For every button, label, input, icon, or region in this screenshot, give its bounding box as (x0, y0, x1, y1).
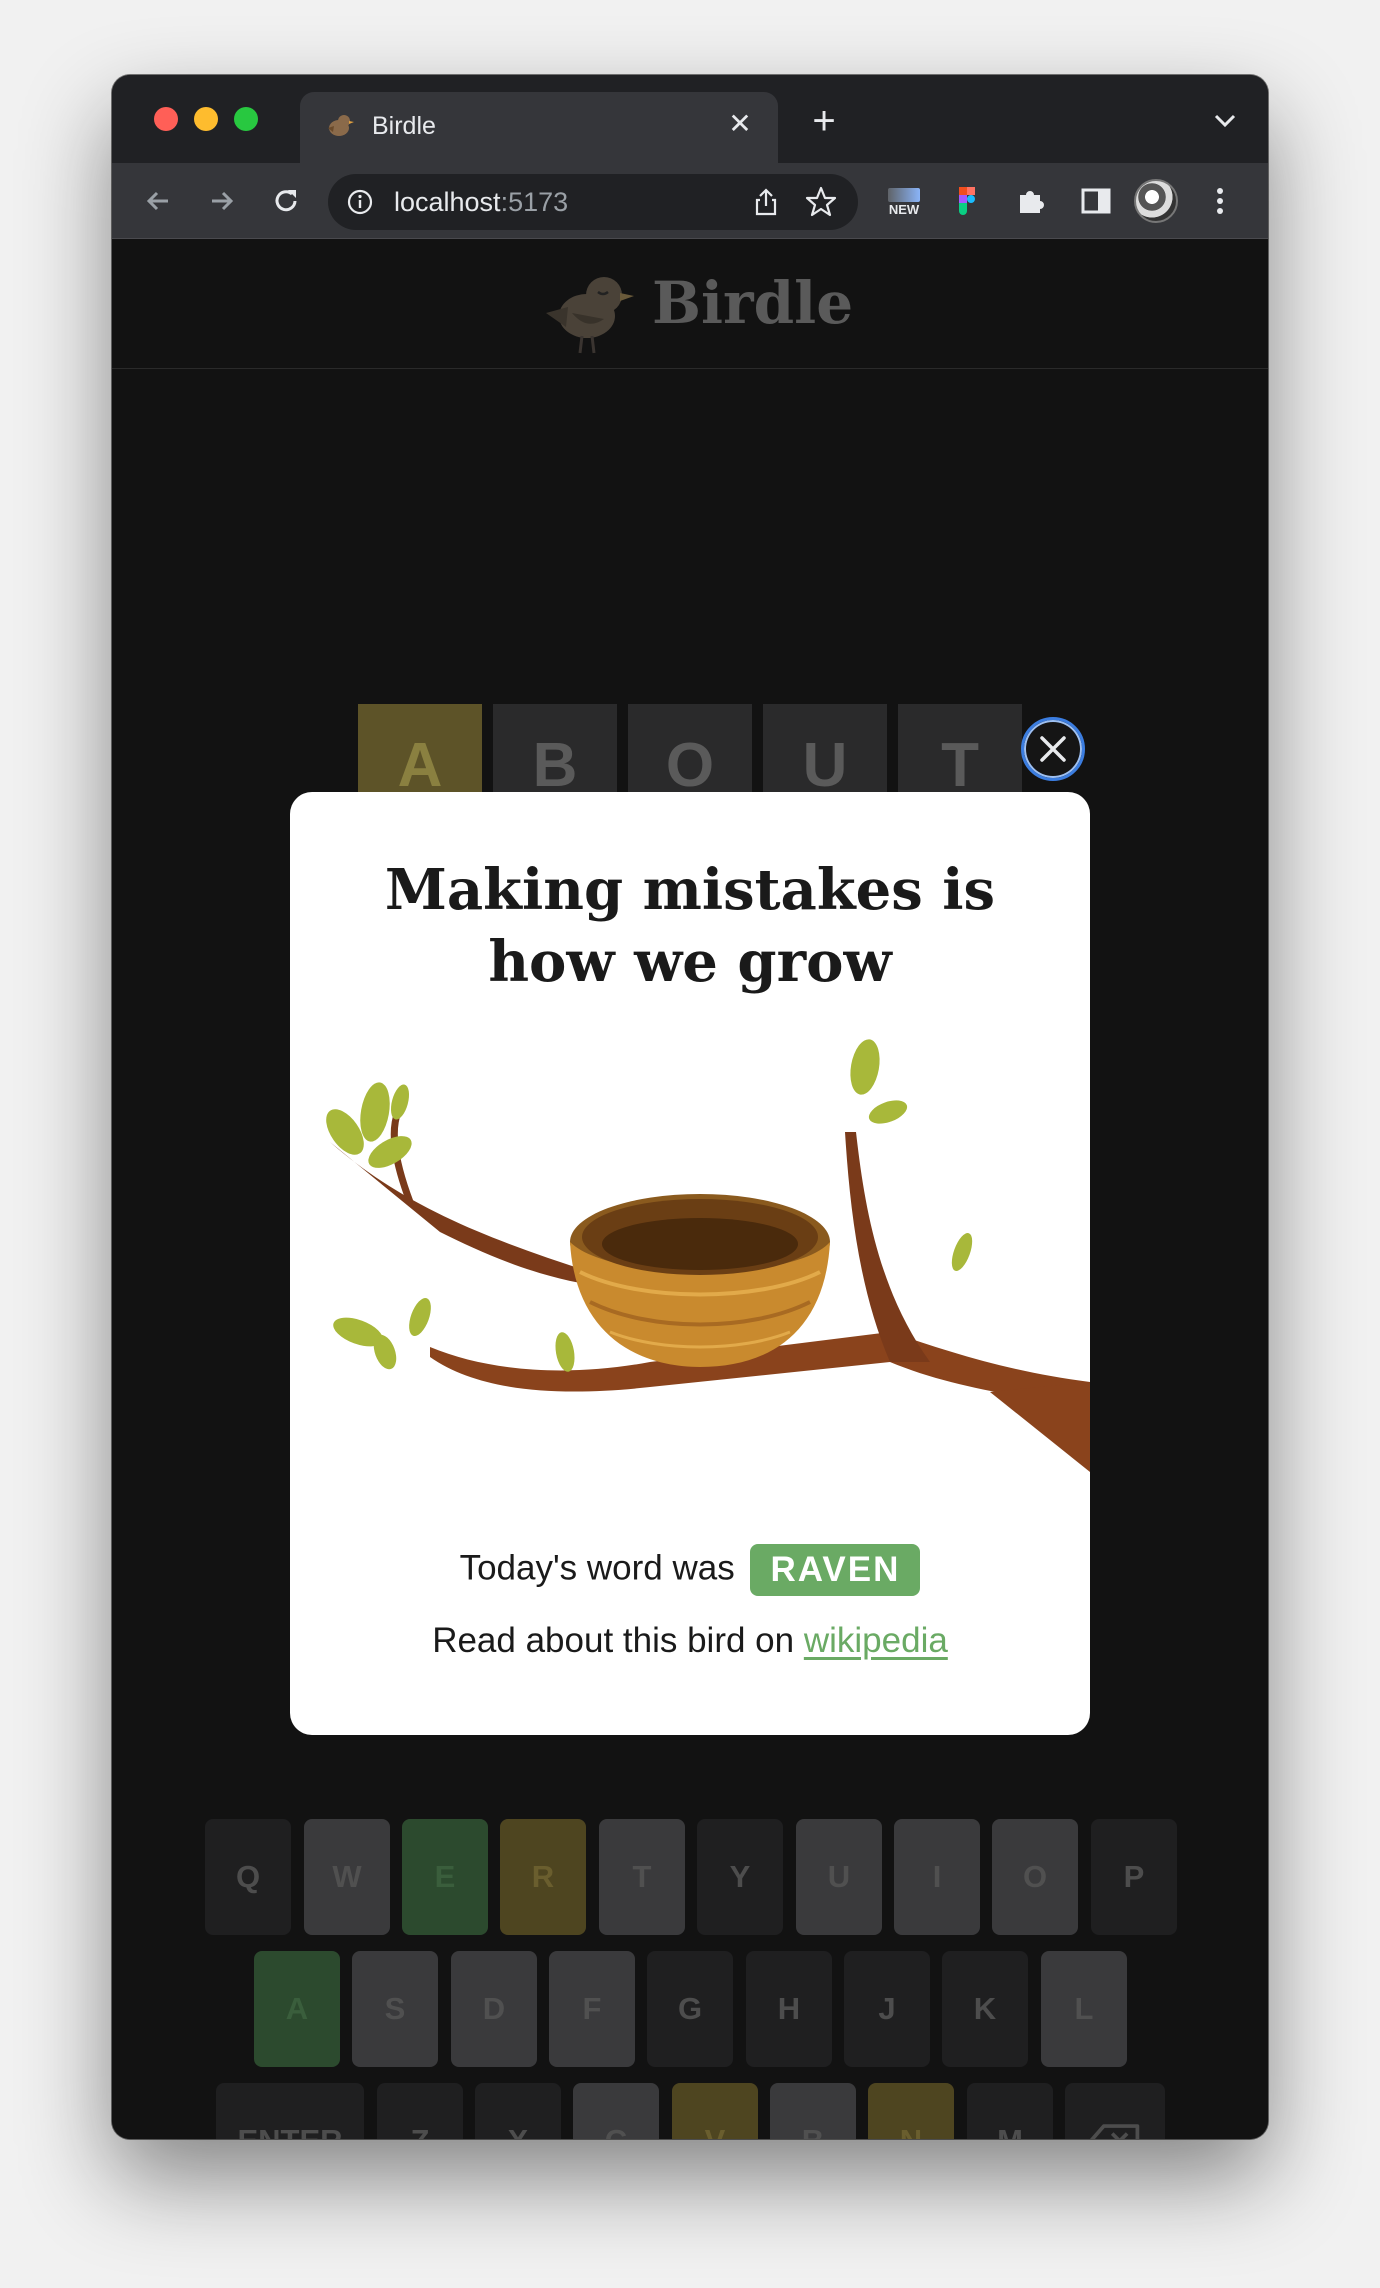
key-f[interactable]: F (549, 1951, 635, 2067)
wiki-prefix: Read about this bird on (432, 1621, 795, 1660)
share-icon[interactable] (750, 186, 782, 218)
forward-icon[interactable] (202, 181, 242, 221)
page-content: Birdle A B O U T Q W E R T Y U I O P A S… (112, 239, 1268, 2139)
address-bar[interactable]: localhost:5173 (328, 174, 858, 230)
url-text: localhost:5173 (394, 187, 569, 217)
key-x[interactable]: X (475, 2083, 561, 2139)
backspace-key[interactable] (1065, 2083, 1165, 2139)
browser-toolbar: localhost:5173 NEW (112, 163, 1268, 239)
new-tab-button[interactable]: + (802, 99, 846, 143)
dialog-close-button[interactable] (1021, 717, 1085, 781)
key-a[interactable]: A (254, 1951, 340, 2067)
tab-close-icon[interactable]: ✕ (722, 106, 758, 142)
key-u[interactable]: U (796, 1819, 882, 1935)
info-icon[interactable] (346, 188, 374, 216)
bookmark-star-icon[interactable] (804, 185, 838, 219)
tab-birdle[interactable]: Birdle ✕ (300, 92, 778, 163)
maximize-window-button[interactable] (234, 107, 258, 131)
key-l[interactable]: L (1041, 1951, 1127, 2067)
wiki-line: Read about this bird on wikipedia (290, 1621, 1090, 1661)
key-y[interactable]: Y (697, 1819, 783, 1935)
key-o[interactable]: O (992, 1819, 1078, 1935)
backspace-icon (1090, 2124, 1140, 2139)
enter-key[interactable]: ENTER (216, 2083, 364, 2139)
key-w[interactable]: W (304, 1819, 390, 1935)
extensions-puzzle-icon[interactable] (1014, 183, 1050, 219)
key-c[interactable]: C (573, 2083, 659, 2139)
key-z[interactable]: Z (377, 2083, 463, 2139)
tab-title: Birdle (372, 112, 436, 140)
result-dialog: Making mistakes is how we grow Today's w… (290, 792, 1090, 1735)
key-q[interactable]: Q (205, 1819, 291, 1935)
key-v[interactable]: V (672, 2083, 758, 2139)
profile-avatar[interactable] (1134, 179, 1178, 223)
close-window-button[interactable] (154, 107, 178, 131)
answer-word-badge: RAVEN (750, 1544, 921, 1596)
key-b[interactable]: B (770, 2083, 856, 2139)
wikipedia-link[interactable]: wikipedia (804, 1621, 948, 1660)
side-panel-icon[interactable] (1078, 183, 1114, 219)
bird-favicon-icon (328, 115, 354, 136)
key-r[interactable]: R (500, 1819, 586, 1935)
app-title: Birdle (652, 269, 854, 337)
dialog-title: Making mistakes is how we grow (384, 857, 996, 995)
answer-line: Today's word was RAVEN (290, 1544, 1090, 1596)
minimize-window-button[interactable] (194, 107, 218, 131)
answer-prefix: Today's word was (459, 1548, 735, 1588)
birdle-logo-icon (546, 277, 634, 354)
browser-window: Birdle ✕ + localhost:5173 NEW Birdle A B… (112, 75, 1268, 2139)
more-menu-icon[interactable] (1202, 183, 1238, 219)
key-g[interactable]: G (647, 1951, 733, 2067)
key-s[interactable]: S (352, 1951, 438, 2067)
key-t[interactable]: T (599, 1819, 685, 1935)
key-e[interactable]: E (402, 1819, 488, 1935)
close-icon (1040, 736, 1066, 762)
key-p[interactable]: P (1091, 1819, 1177, 1935)
reload-icon[interactable] (266, 181, 306, 221)
key-n[interactable]: N (868, 2083, 954, 2139)
key-h[interactable]: H (746, 1951, 832, 2067)
key-d[interactable]: D (451, 1951, 537, 2067)
figma-extension-icon[interactable] (950, 183, 986, 219)
key-j[interactable]: J (844, 1951, 930, 2067)
key-i[interactable]: I (894, 1819, 980, 1935)
chevron-down-icon[interactable] (1210, 105, 1240, 135)
back-icon[interactable] (138, 181, 178, 221)
key-m[interactable]: M (967, 2083, 1053, 2139)
app-header: Birdle (112, 239, 1268, 369)
key-k[interactable]: K (942, 1951, 1028, 2067)
nest-illustration (326, 1039, 1090, 1472)
extension-new-icon[interactable]: NEW (884, 184, 924, 220)
tab-bar: Birdle ✕ + (112, 75, 1268, 163)
